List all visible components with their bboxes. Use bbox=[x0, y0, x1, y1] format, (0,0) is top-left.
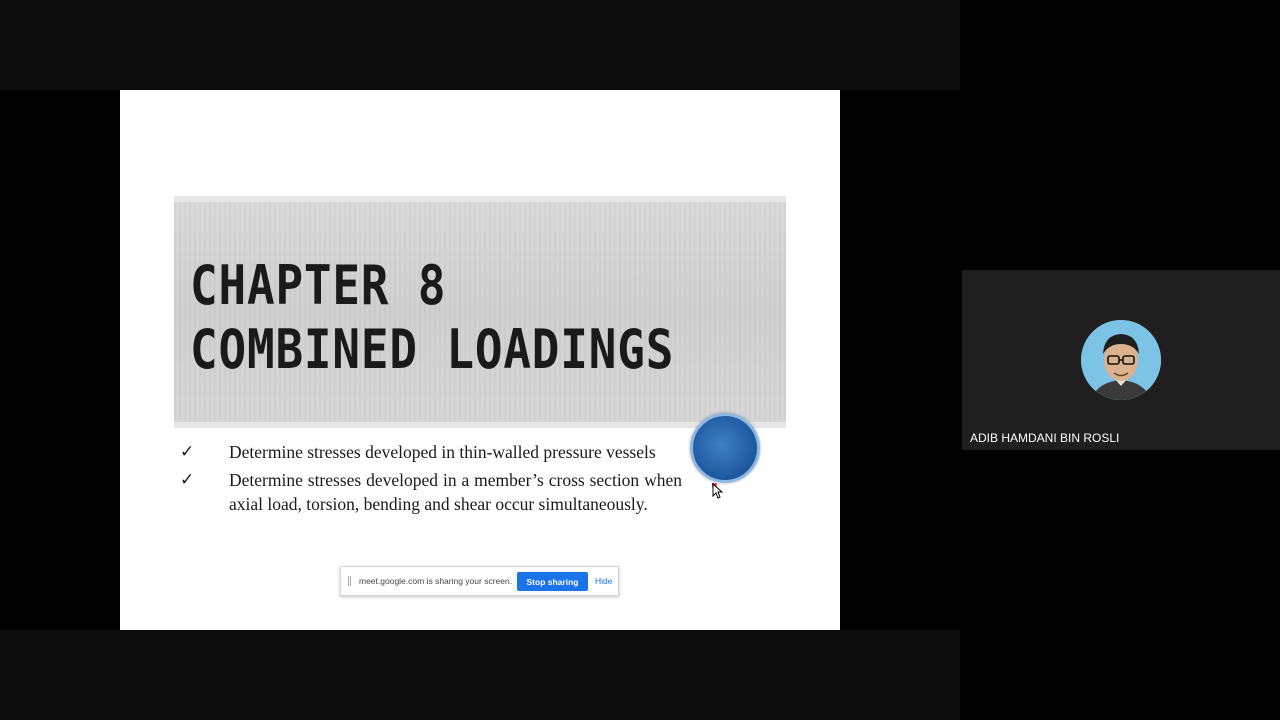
drag-handle-icon[interactable] bbox=[348, 576, 351, 586]
presentation-stage: CHAPTER 8 COMBINED LOADINGS ✓ Determine … bbox=[0, 0, 960, 720]
participant-tile[interactable]: ADIB HAMDANI BIN ROSLI bbox=[962, 270, 1280, 450]
slide-bullet: ✓ Determine stresses developed in thin-w… bbox=[180, 440, 682, 464]
slide-bullet-list: ✓ Determine stresses developed in thin-w… bbox=[180, 440, 682, 520]
hide-link[interactable]: Hide bbox=[595, 576, 612, 586]
slide-title-line-1: CHAPTER 8 bbox=[190, 254, 447, 317]
slide-bullet: ✓ Determine stresses developed in a memb… bbox=[180, 468, 682, 516]
checkmark-icon: ✓ bbox=[180, 442, 195, 461]
share-status-text: meet.google.com is sharing your screen. bbox=[359, 576, 513, 586]
slide-title-box: CHAPTER 8 COMBINED LOADINGS bbox=[174, 196, 786, 428]
stage-bottom-band bbox=[0, 630, 960, 720]
slide-bullet-text: Determine stresses developed in a member… bbox=[229, 470, 682, 514]
stop-sharing-button[interactable]: Stop sharing bbox=[517, 572, 588, 591]
checkmark-icon: ✓ bbox=[180, 470, 195, 489]
avatar bbox=[1081, 320, 1161, 400]
slide-title-line-2: COMBINED LOADINGS bbox=[190, 318, 675, 381]
stage-top-band bbox=[0, 0, 960, 90]
shared-slide: CHAPTER 8 COMBINED LOADINGS ✓ Determine … bbox=[120, 90, 840, 630]
cursor-highlight-icon bbox=[690, 413, 760, 483]
participant-name: ADIB HAMDANI BIN ROSLI bbox=[970, 431, 1120, 445]
screen-share-notification-bar: meet.google.com is sharing your screen. … bbox=[340, 566, 619, 596]
person-photo-icon bbox=[1081, 320, 1161, 400]
mouse-pointer-icon bbox=[712, 483, 724, 499]
slide-bullet-text: Determine stresses developed in thin-wal… bbox=[229, 442, 656, 462]
